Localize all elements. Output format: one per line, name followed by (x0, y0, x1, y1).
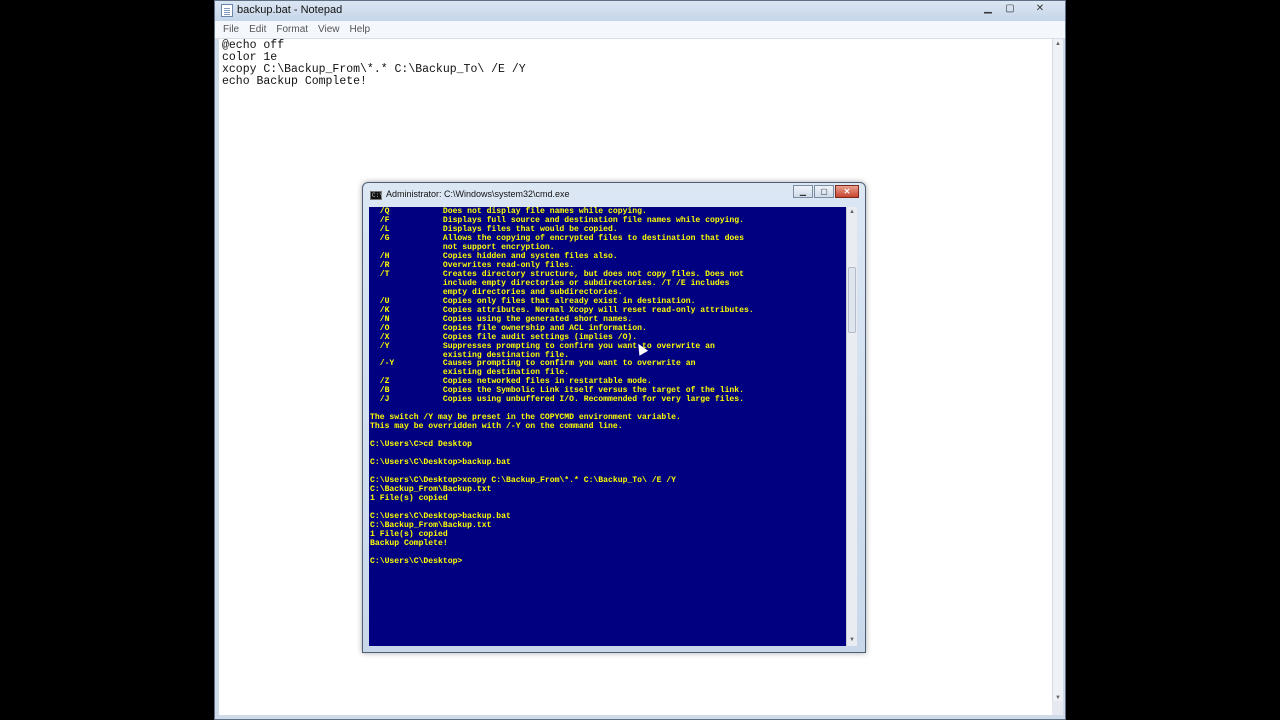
cmd-scroll-down-icon[interactable]: ▼ (847, 635, 857, 645)
cmd-app-icon[interactable]: C:\ (370, 191, 383, 200)
cmd-minimize-button[interactable]: ▁ (793, 185, 813, 198)
menu-view[interactable]: View (318, 24, 340, 35)
cmd-scroll-thumb[interactable] (848, 267, 856, 333)
menu-edit[interactable]: Edit (249, 24, 266, 35)
menu-file[interactable]: File (223, 24, 239, 35)
notepad-resize-corner[interactable] (1052, 701, 1063, 715)
cmd-close-button[interactable]: ✕ (835, 185, 859, 198)
notepad-title: backup.bat - Notepad (237, 4, 343, 16)
cmd-scroll-up-icon[interactable]: ▲ (847, 207, 857, 217)
notepad-close-button[interactable]: ✕ (1021, 1, 1059, 15)
notepad-scroll-up-icon[interactable]: ▲ (1053, 39, 1063, 49)
cmd-console-area[interactable]: /Q Does not display file names while cop… (369, 207, 846, 646)
notepad-maximize-button[interactable]: ▢ (999, 1, 1021, 15)
cmd-title: Administrator: C:\Windows\system32\cmd.e… (386, 189, 570, 199)
notepad-vertical-scrollbar[interactable]: ▲ ▼ (1052, 39, 1063, 715)
cmd-window-controls: ▁ ▢ ✕ (792, 185, 859, 198)
cmd-vertical-scrollbar[interactable]: ▲ ▼ (846, 207, 857, 646)
notepad-app-icon[interactable] (221, 4, 233, 17)
notepad-text-content[interactable]: @echo off color 1e xcopy C:\Backup_From\… (222, 40, 526, 88)
cmd-window: C:\ Administrator: C:\Windows\system32\c… (362, 182, 866, 653)
cmd-maximize-button[interactable]: ▢ (814, 185, 834, 198)
menu-format[interactable]: Format (276, 24, 308, 35)
cmd-titlebar[interactable]: C:\ Administrator: C:\Windows\system32\c… (363, 183, 865, 205)
notepad-window-controls: ▁ ▢ ✕ (977, 1, 1059, 15)
notepad-titlebar[interactable]: backup.bat - Notepad ▁ ▢ ✕ (215, 1, 1065, 21)
menu-help[interactable]: Help (350, 24, 371, 35)
notepad-minimize-button[interactable]: ▁ (977, 1, 999, 15)
notepad-menubar: File Edit Format View Help (215, 21, 1065, 39)
cmd-console-output: /Q Does not display file names while cop… (370, 207, 754, 566)
